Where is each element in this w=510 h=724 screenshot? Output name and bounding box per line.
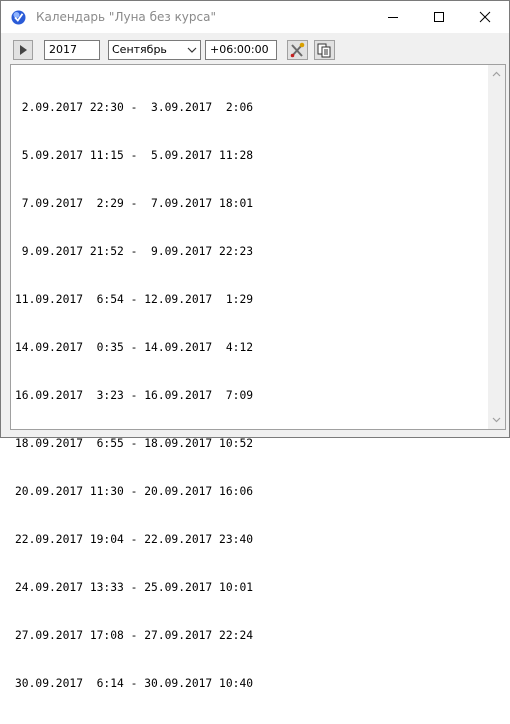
list-item: 22.09.2017 19:04 - 22.09.2017 23:40 <box>15 533 254 546</box>
vertical-scrollbar[interactable] <box>488 65 505 429</box>
list-item: 30.09.2017 6:14 - 30.09.2017 10:40 <box>15 677 254 690</box>
minimize-button[interactable] <box>370 1 416 33</box>
close-button[interactable] <box>462 1 508 33</box>
maximize-icon <box>434 12 444 22</box>
list-item: 5.09.2017 11:15 - 5.09.2017 11:28 <box>15 149 254 162</box>
results-textarea[interactable]: 2.09.2017 22:30 - 3.09.2017 2:06 5.09.20… <box>10 64 506 690</box>
toolbar: 2017 Сентябрь +06:00:00 <box>1 33 509 63</box>
tools-button[interactable] <box>287 40 308 60</box>
title-bar[interactable]: Календарь "Луна без курса" <box>1 1 509 33</box>
app-icon <box>11 10 26 25</box>
list-item: 7.09.2017 2:29 - 7.09.2017 18:01 <box>15 197 254 210</box>
scroll-down-icon[interactable] <box>492 417 501 423</box>
list-item: 20.09.2017 11:30 - 20.09.2017 16:06 <box>15 485 254 498</box>
close-icon <box>479 11 491 23</box>
copy-button[interactable] <box>314 40 335 60</box>
tools-icon <box>290 42 305 58</box>
moon-void-list: 2.09.2017 22:30 - 3.09.2017 2:06 5.09.20… <box>15 68 253 724</box>
month-select[interactable]: Сентябрь <box>108 40 201 60</box>
minimize-icon <box>388 17 398 18</box>
list-item: 2.09.2017 22:30 - 3.09.2017 2:06 <box>15 101 254 114</box>
list-item: 14.09.2017 0:35 - 14.09.2017 4:12 <box>15 341 254 354</box>
list-item: 9.09.2017 21:52 - 9.09.2017 22:23 <box>15 245 254 258</box>
timezone-field[interactable]: +06:00:00 <box>205 40 277 60</box>
scroll-up-icon[interactable] <box>492 71 501 77</box>
copy-icon <box>317 43 331 58</box>
month-select-value: Сентябрь <box>112 43 167 56</box>
play-icon <box>20 45 27 55</box>
list-item: 16.09.2017 3:23 - 16.09.2017 7:09 <box>15 389 254 402</box>
maximize-button[interactable] <box>416 1 462 33</box>
window-title: Календарь "Луна без курса" <box>36 10 216 24</box>
chevron-down-icon <box>187 47 197 53</box>
list-item: 24.09.2017 13:33 - 25.09.2017 10:01 <box>15 581 254 594</box>
list-item: 18.09.2017 6:55 - 18.09.2017 10:52 <box>15 437 254 450</box>
list-item: 27.09.2017 17:08 - 27.09.2017 22:24 <box>15 629 254 642</box>
list-item: 11.09.2017 6:54 - 12.09.2017 1:29 <box>15 293 254 306</box>
app-window: Календарь "Луна без курса" 2017 Сентябрь… <box>0 0 510 690</box>
year-field[interactable]: 2017 <box>44 40 100 60</box>
play-button[interactable] <box>13 40 33 60</box>
